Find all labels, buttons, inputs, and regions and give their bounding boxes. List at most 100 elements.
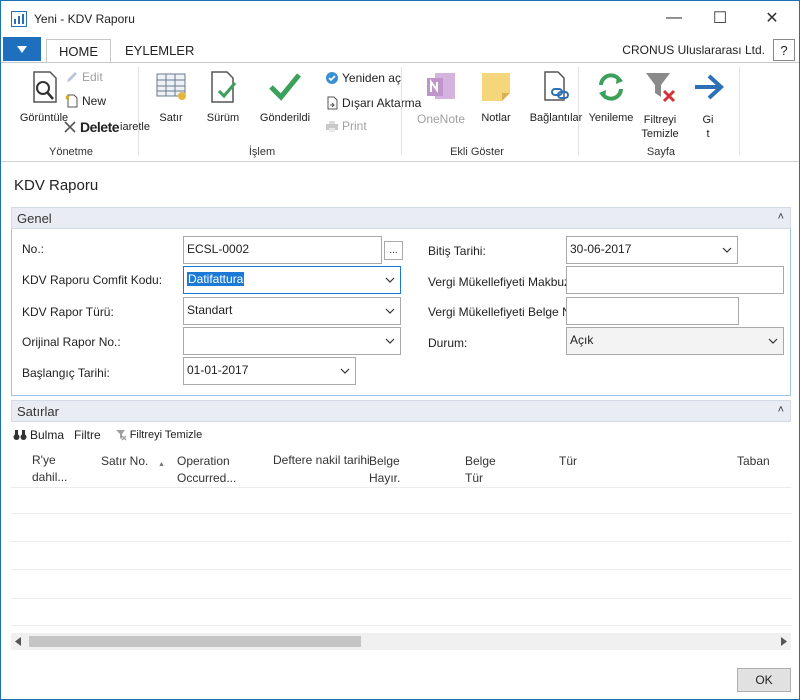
grid-row-divider (11, 487, 791, 488)
lines-toolbar: Bulma Filtre Filtreyi Temizle (13, 428, 202, 442)
column-header-rye-dahil[interactable]: R'ye dahil... (32, 452, 67, 486)
tab-eylemler[interactable]: EYLEMLER (113, 39, 206, 63)
notlar-button[interactable]: Notlar (476, 69, 516, 124)
bulma-button[interactable]: Bulma (13, 428, 64, 442)
group-yonetme-label: Yönetme (48, 146, 94, 158)
onenote-label: OneNote (416, 112, 466, 126)
comfit-kodu-field[interactable]: Datifattura (183, 266, 401, 294)
chevron-down-icon[interactable] (340, 366, 350, 376)
lines-fasttab-header[interactable]: Satırlar ˄ (11, 400, 791, 422)
reopen-icon (326, 72, 338, 84)
rapor-turu-field[interactable]: Standart (183, 297, 401, 325)
close-button[interactable]: ✕ (749, 1, 795, 35)
rapor-turu-label: KDV Rapor Türü: (22, 305, 114, 319)
edit-button[interactable]: Edit (65, 70, 103, 84)
column-header-belge-hayir-line1: Belge (369, 454, 400, 468)
new-button[interactable]: New (65, 94, 106, 108)
sticky-note-icon (482, 73, 510, 101)
satir-button[interactable]: Satır (151, 69, 191, 124)
column-header-taban-label: Taban (737, 454, 770, 468)
disari-aktarma-button[interactable]: Dışarı Aktarma (325, 96, 421, 110)
filtreyi-temizle-label-1: Filtreyi (643, 114, 677, 126)
filtre-button[interactable]: Filtre (74, 428, 101, 442)
scrollbar-thumb[interactable] (29, 636, 361, 647)
column-header-belge-hayir-line2: Hayır. (369, 471, 401, 485)
delete-label: Delete (80, 119, 120, 135)
gonderildi-button[interactable]: Gönderildi (253, 69, 317, 124)
no-field[interactable]: ECSL-0002 (183, 236, 382, 264)
orijinal-rapor-field[interactable] (183, 327, 401, 355)
scroll-right-icon[interactable] (780, 637, 788, 646)
edit-label: Edit (82, 70, 103, 84)
yeniden-ac-label: Yeniden aç (342, 71, 401, 85)
column-header-deftere-nakil-tarihi[interactable]: Deftere nakil tarihi (273, 452, 370, 469)
clear-filter-icon (115, 430, 127, 441)
group-sayfa-label: Sayfa (646, 146, 676, 158)
bitis-tarihi-label: Bitiş Tarihi: (428, 244, 486, 258)
general-fasttab-header[interactable]: Genel ˄ (11, 207, 791, 229)
chevron-down-icon[interactable] (722, 245, 732, 255)
chevron-down-icon[interactable] (768, 336, 778, 346)
ribbon-separator (739, 67, 740, 155)
binoculars-icon (13, 430, 27, 440)
ok-button[interactable]: OK (737, 668, 791, 692)
comfit-kodu-label: KDV Raporu Comfit Kodu: (22, 273, 163, 287)
grid-row-divider (11, 541, 791, 542)
yeniden-ac-button[interactable]: Yeniden aç (325, 71, 401, 85)
horizontal-scrollbar[interactable] (11, 633, 791, 650)
delete-button[interactable]: Delete iaretle (63, 119, 150, 135)
column-header-belge-tur[interactable]: Belge Tür (465, 453, 496, 487)
pencil-icon (67, 72, 77, 82)
filtreyi-temizle-button[interactable]: Filtreyi Temizle (635, 69, 685, 141)
column-header-operation-occurred[interactable]: Operation Occurred... (177, 453, 236, 487)
git-label-2: t (706, 128, 710, 140)
print-button[interactable]: Print (325, 119, 367, 133)
baslangic-tarihi-field[interactable]: 01-01-2017 (183, 357, 356, 385)
column-header-taban[interactable]: Taban (737, 453, 770, 470)
durum-field[interactable]: Açık (566, 327, 784, 355)
delete-suffix-label: iaretle (120, 121, 150, 133)
collapse-chevron-icon[interactable]: ˄ (778, 404, 784, 416)
scroll-left-icon[interactable] (14, 637, 22, 646)
baglantilar-button[interactable]: Bağlantılar (528, 69, 584, 124)
grid-row-divider (11, 569, 791, 570)
durum-label: Durum: (428, 336, 468, 350)
bitis-tarihi-field[interactable]: 30-06-2017 (566, 236, 738, 264)
git-button[interactable]: Gi t (691, 69, 725, 141)
onenote-button[interactable]: OneNote (409, 69, 473, 126)
page-title: KDV Raporu (14, 177, 99, 194)
grid-row-divider (11, 598, 791, 599)
view-document-icon (33, 71, 57, 103)
goruntule-button[interactable]: Görüntüle (19, 69, 69, 124)
makbuz-no-field[interactable] (566, 266, 784, 294)
no-assist-button[interactable]: ... (384, 241, 403, 260)
group-ekli-goster-label: Ekli Göster (450, 146, 504, 158)
minimize-button[interactable]: — (651, 1, 697, 35)
help-button[interactable]: ? (773, 39, 795, 61)
column-header-rye-line1: R'ye (32, 453, 56, 467)
general-tab-label: Genel (17, 211, 52, 226)
new-document-icon (65, 94, 78, 108)
chevron-down-icon[interactable] (385, 275, 395, 285)
release-document-icon (211, 71, 237, 103)
chevron-down-icon[interactable] (385, 336, 395, 346)
column-header-tur[interactable]: Tür (559, 453, 577, 470)
surum-button[interactable]: Sürüm (203, 69, 243, 124)
tab-home[interactable]: HOME (46, 39, 111, 63)
application-menu-button[interactable] (3, 37, 41, 61)
filtreyi-temizle-lines-button[interactable]: Filtreyi Temizle (115, 429, 202, 441)
chevron-down-icon[interactable] (385, 306, 395, 316)
ribbon-separator (401, 67, 402, 155)
satir-label: Satır (159, 112, 183, 124)
maximize-button[interactable]: ☐ (697, 1, 743, 35)
caret-down-icon (17, 45, 27, 53)
yenileme-button[interactable]: Yenileme (587, 69, 635, 124)
surum-label: Sürüm (206, 112, 240, 124)
table-lines-icon (156, 73, 186, 100)
belge-no-field[interactable] (566, 297, 739, 325)
column-header-satir-no[interactable]: Satır No. (101, 453, 148, 470)
grid-row-divider (11, 625, 791, 626)
column-header-belge-hayir[interactable]: Belge Hayır. (369, 453, 400, 487)
filtreyi-temizle-label-2: Temizle (641, 128, 679, 140)
collapse-chevron-icon[interactable]: ˄ (778, 211, 784, 223)
